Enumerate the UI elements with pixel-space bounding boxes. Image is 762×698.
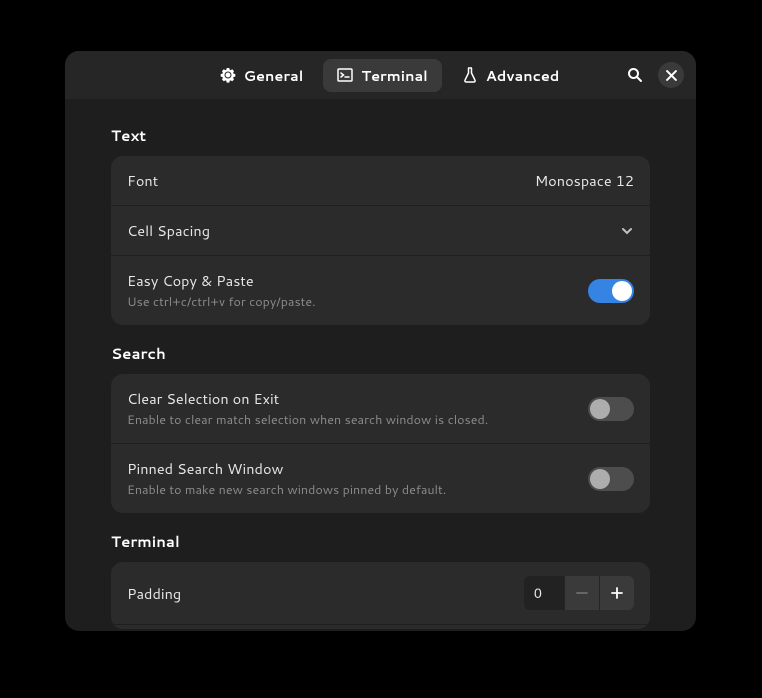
- close-button[interactable]: [658, 62, 684, 88]
- content-area: Text Font Monospace 12 Cell Spacing Easy…: [65, 99, 696, 631]
- clear-selection-switch[interactable]: [588, 397, 634, 421]
- row-label: Clear Selection on Exit: [127, 388, 488, 409]
- minus-icon: [575, 586, 589, 600]
- easy-copy-paste-switch[interactable]: [588, 279, 634, 303]
- terminal-group: Padding: [111, 562, 650, 629]
- row-labels: Pinned Search Window Enable to make new …: [127, 458, 446, 499]
- row-sublabel: Enable to make new search windows pinned…: [127, 481, 446, 499]
- terminal-icon: [337, 67, 353, 83]
- plus-icon: [610, 586, 624, 600]
- increment-button[interactable]: [599, 576, 634, 610]
- search-icon: [627, 67, 643, 83]
- header-bar: General Terminal Advanced: [65, 51, 696, 99]
- tab-general[interactable]: General: [206, 59, 318, 92]
- pinned-search-switch[interactable]: [588, 467, 634, 491]
- text-group: Font Monospace 12 Cell Spacing Easy Copy…: [111, 156, 650, 325]
- header-actions: [622, 62, 684, 88]
- tab-label: General: [244, 65, 304, 86]
- section-title-terminal: Terminal: [111, 531, 650, 552]
- padding-row: Padding: [111, 562, 650, 625]
- row-label: Cell Spacing: [127, 220, 210, 241]
- decrement-button[interactable]: [564, 576, 599, 610]
- cell-spacing-row[interactable]: Cell Spacing: [111, 206, 650, 256]
- section-title-search: Search: [111, 343, 650, 364]
- easy-copy-paste-row: Easy Copy & Paste Use ctrl+c/ctrl+v for …: [111, 256, 650, 325]
- section-title-text: Text: [111, 125, 650, 146]
- row-labels: Clear Selection on Exit Enable to clear …: [127, 388, 488, 429]
- padding-spinbutton: [524, 576, 634, 610]
- gear-icon: [220, 67, 236, 83]
- row-sublabel: Enable to clear match selection when sea…: [127, 411, 488, 429]
- flask-icon: [462, 67, 478, 83]
- search-button[interactable]: [622, 62, 648, 88]
- row-label: Padding: [127, 583, 181, 604]
- row-labels: Easy Copy & Paste Use ctrl+c/ctrl+v for …: [127, 270, 316, 311]
- tab-switcher: General Terminal Advanced: [206, 59, 574, 92]
- pinned-search-row: Pinned Search Window Enable to make new …: [111, 444, 650, 513]
- clear-selection-row: Clear Selection on Exit Enable to clear …: [111, 374, 650, 444]
- chevron-down-icon: [620, 224, 634, 238]
- row-label: Easy Copy & Paste: [127, 270, 316, 291]
- next-row-partial: [111, 625, 650, 629]
- row-label: Font: [127, 170, 158, 191]
- tab-label: Terminal: [361, 65, 427, 86]
- close-icon: [666, 70, 677, 81]
- font-row[interactable]: Font Monospace 12: [111, 156, 650, 206]
- tab-advanced[interactable]: Advanced: [448, 59, 574, 92]
- tab-terminal[interactable]: Terminal: [323, 59, 441, 92]
- row-label: Pinned Search Window: [127, 458, 446, 479]
- row-sublabel: Use ctrl+c/ctrl+v for copy/paste.: [127, 293, 316, 311]
- font-value: Monospace 12: [535, 170, 634, 191]
- tab-label: Advanced: [486, 65, 560, 86]
- preferences-window: General Terminal Advanced: [65, 51, 696, 631]
- padding-input[interactable]: [524, 576, 564, 610]
- search-group: Clear Selection on Exit Enable to clear …: [111, 374, 650, 513]
